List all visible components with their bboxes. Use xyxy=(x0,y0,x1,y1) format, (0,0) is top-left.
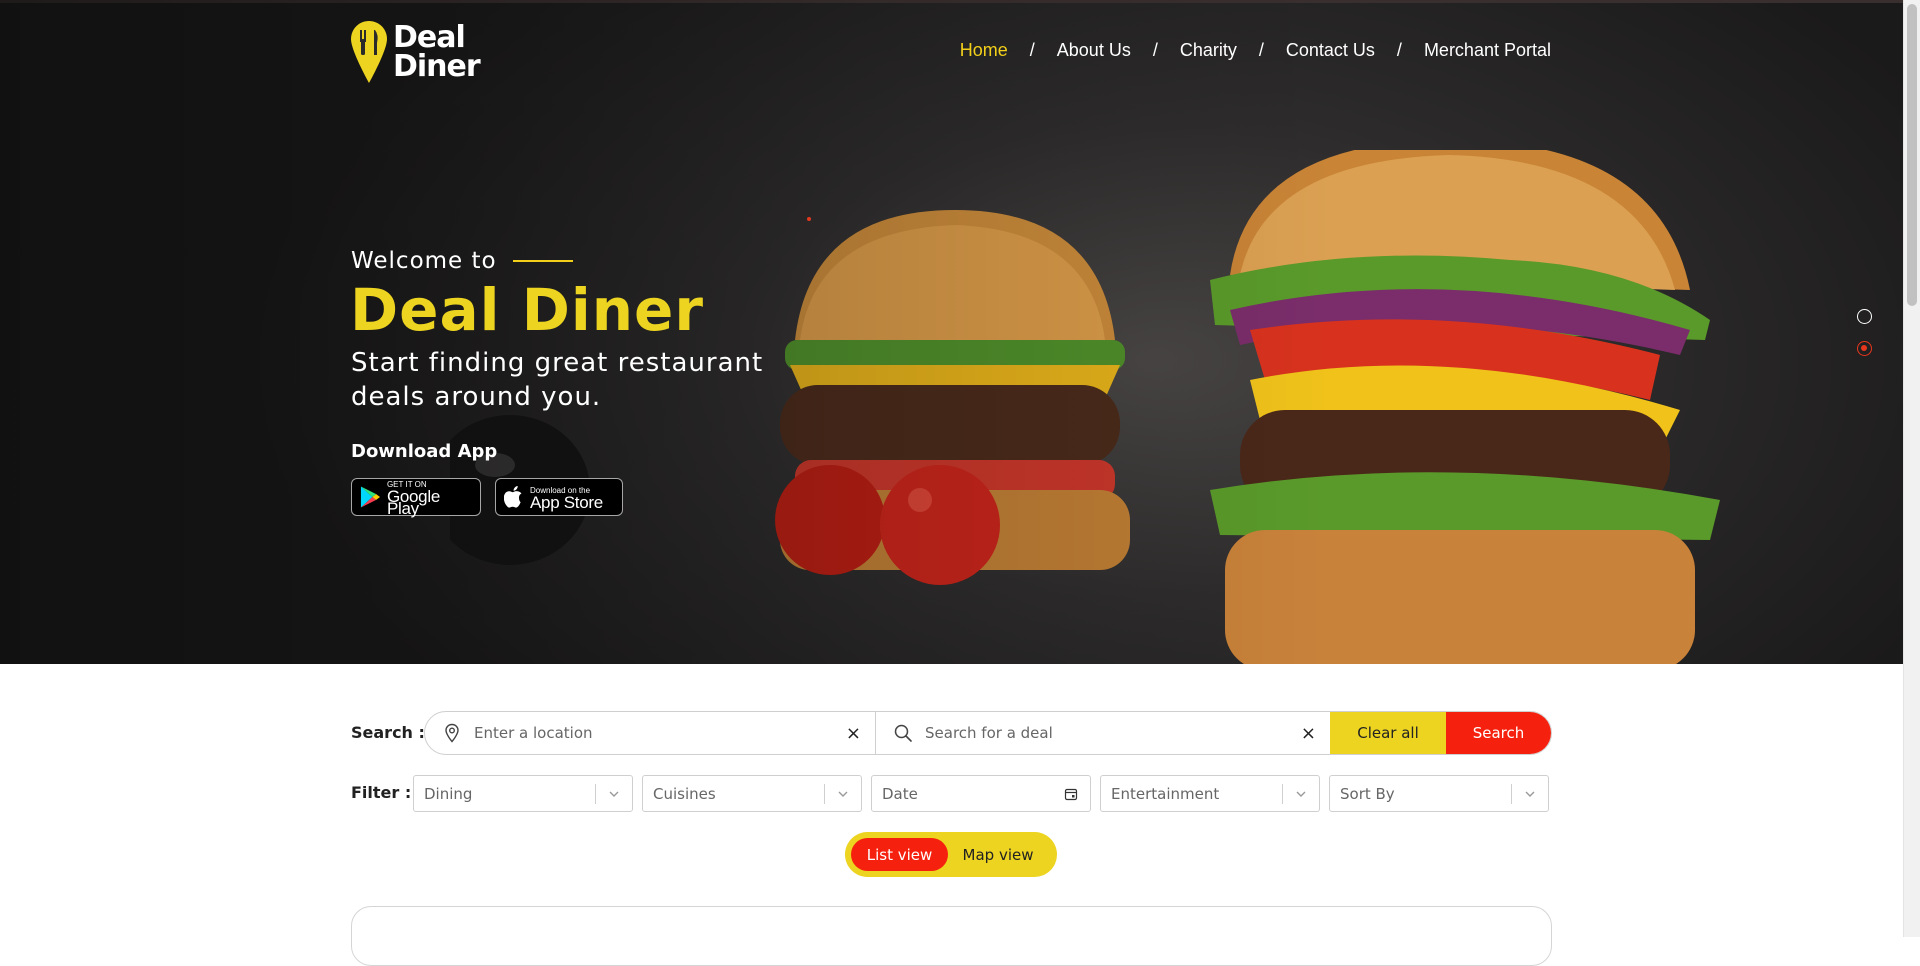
nav-separator: / xyxy=(1029,40,1035,60)
date-picker[interactable]: Date xyxy=(871,775,1091,812)
deal-search-input[interactable] xyxy=(925,724,1285,742)
search-label: Search : xyxy=(351,723,425,742)
sort-by-select[interactable]: Sort By xyxy=(1329,775,1549,812)
google-play-big-text: Google Play xyxy=(386,487,440,518)
site-logo[interactable]: Deal Diner xyxy=(351,20,481,84)
logo-line-1: Deal xyxy=(393,20,466,55)
logo-line-2: Diner xyxy=(393,49,481,84)
chevron-down-icon xyxy=(609,791,619,797)
location-field: × xyxy=(425,712,876,754)
main-nav: Home / About Us / Charity / Contact Us /… xyxy=(960,40,1551,61)
date-picker-value: Date xyxy=(882,784,918,803)
nav-about-us[interactable]: About Us xyxy=(1057,40,1131,61)
map-pin-fork-knife-icon xyxy=(351,21,387,83)
view-toggle: List view Map view xyxy=(845,832,1057,877)
scrollbar-thumb[interactable] xyxy=(1907,4,1917,306)
nav-merchant-portal[interactable]: Merchant Portal xyxy=(1424,40,1551,61)
location-input[interactable] xyxy=(474,724,834,742)
logo-wordmark: Deal Diner xyxy=(393,20,481,84)
hero-banner: Deal Diner Home / About Us / Charity / C… xyxy=(0,0,1903,664)
filter-label: Filter : xyxy=(351,783,412,802)
calendar-icon xyxy=(1064,788,1078,801)
hero-brand-title: Deal Diner xyxy=(350,276,704,344)
results-container xyxy=(351,906,1552,966)
nav-separator: / xyxy=(1152,40,1158,60)
google-play-icon xyxy=(360,486,381,508)
entertainment-select-value: Entertainment xyxy=(1111,784,1220,803)
apple-icon xyxy=(504,486,522,508)
slider-dot-1[interactable] xyxy=(1857,309,1872,324)
slider-dot-2-active[interactable] xyxy=(1857,341,1872,356)
nav-contact-us[interactable]: Contact Us xyxy=(1286,40,1375,61)
clear-deal-icon[interactable]: × xyxy=(1301,723,1316,744)
map-view-button[interactable]: Map view xyxy=(948,838,1048,871)
decorative-dot xyxy=(807,217,811,221)
search-icon xyxy=(894,724,912,742)
clear-location-icon[interactable]: × xyxy=(846,723,861,744)
deal-field: × xyxy=(876,712,1330,754)
chevron-down-icon xyxy=(1296,791,1306,797)
nav-charity[interactable]: Charity xyxy=(1180,40,1237,61)
filter-row: Dining Cuisines Date Entertainment Sort … xyxy=(413,775,1549,812)
welcome-underline xyxy=(512,260,573,262)
search-bar: × × Clear all Search xyxy=(424,711,1552,755)
list-view-button[interactable]: List view xyxy=(851,838,948,871)
app-store-big-text: App Store xyxy=(530,493,603,512)
chevron-down-icon xyxy=(838,791,848,797)
entertainment-select[interactable]: Entertainment xyxy=(1100,775,1320,812)
app-store-button[interactable]: Download on the App Store xyxy=(495,478,623,516)
nav-separator: / xyxy=(1396,40,1402,60)
search-button[interactable]: Search xyxy=(1446,712,1551,754)
chevron-down-icon xyxy=(1525,791,1535,797)
dining-select[interactable]: Dining xyxy=(413,775,633,812)
welcome-heading: Welcome to xyxy=(351,248,573,274)
page-scrollbar[interactable] xyxy=(1903,0,1920,937)
cuisines-select-value: Cuisines xyxy=(653,784,716,803)
download-app-label: Download App xyxy=(351,441,498,462)
welcome-text: Welcome to xyxy=(351,248,497,274)
dining-select-value: Dining xyxy=(424,784,473,803)
sort-by-select-value: Sort By xyxy=(1340,784,1395,803)
location-pin-icon xyxy=(445,723,459,743)
nav-home[interactable]: Home xyxy=(960,40,1008,61)
google-play-button[interactable]: GET IT ON Google Play xyxy=(351,478,481,518)
cuisines-select[interactable]: Cuisines xyxy=(642,775,862,812)
nav-separator: / xyxy=(1258,40,1264,60)
hero-tagline: Start finding great restaurant deals aro… xyxy=(351,348,764,412)
clear-all-button[interactable]: Clear all xyxy=(1330,712,1446,754)
